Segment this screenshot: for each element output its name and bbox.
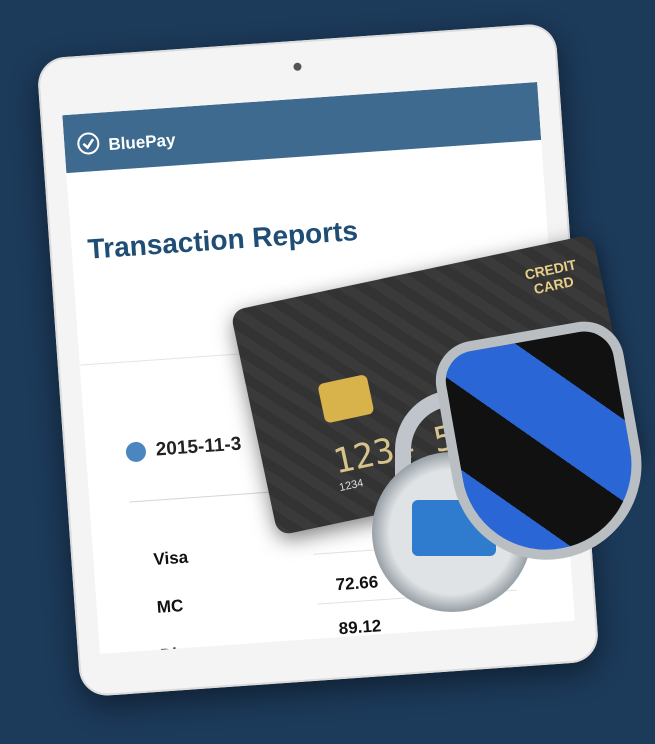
report-date-row[interactable]: 2015-11-3 <box>125 434 242 464</box>
marketing-canvas: BluePay Transaction Reports 2015-11-3 Vi… <box>0 0 655 744</box>
row-label-visa: Visa <box>152 547 189 569</box>
row-label-disc: Disc <box>160 643 197 654</box>
card-label: CREDIT CARD <box>523 256 578 298</box>
brand-name: BluePay <box>107 129 177 154</box>
calendar-icon <box>125 441 147 463</box>
row-value-disc: 89.12 <box>338 616 382 639</box>
page-title: Transaction Reports <box>86 214 359 265</box>
tablet-camera <box>293 62 302 71</box>
app-header: BluePay <box>62 82 542 174</box>
report-date: 2015-11-3 <box>155 433 242 461</box>
row-value-mc: 72.66 <box>335 572 379 595</box>
card-chip <box>317 374 375 424</box>
brand[interactable]: BluePay <box>76 125 177 161</box>
check-badge-icon <box>76 131 102 162</box>
row-label-mc: MC <box>156 596 184 617</box>
